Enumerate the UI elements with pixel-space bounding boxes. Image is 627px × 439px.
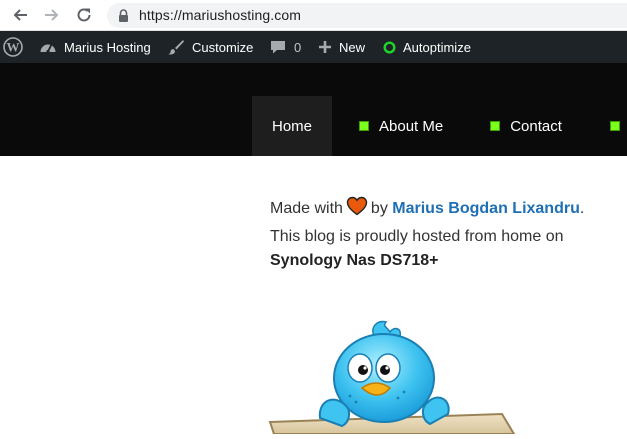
new-content-menu[interactable]: New [318,31,365,63]
menu-item-home[interactable]: Home [252,96,332,156]
device-name: Synology Nas DS718+ [270,252,439,269]
heart-icon [346,196,368,225]
lock-icon[interactable] [118,9,129,22]
menu-bullet-icon [490,121,501,131]
address-bar[interactable]: https://mariushosting.com [107,3,627,28]
back-arrow-icon [13,9,27,21]
svg-text:W: W [7,40,20,55]
menu-item-contact[interactable]: Contact [490,96,562,156]
site-name-menu[interactable]: Marius Hosting [39,31,151,63]
back-button[interactable] [8,4,32,26]
site-name-label: Marius Hosting [64,39,151,55]
customize-label: Customize [192,39,254,55]
credits-line: Made with by Marius Bogdan Lixandru. [270,196,620,225]
footer-widget-text: Made with by Marius Bogdan Lixandru. Thi… [270,196,620,274]
reload-button[interactable] [72,4,96,26]
new-label: New [339,39,366,55]
site-header: Home About Me Contact [0,63,627,156]
customize-link[interactable]: Customize [167,31,253,63]
made-with-text: Made with [270,200,343,217]
hosted-line: This blog is proudly hosted from home on [270,227,564,245]
reload-icon [77,8,91,22]
dashboard-gauge-icon [39,39,57,55]
browser-toolbar: https://mariushosting.com [0,0,627,31]
menu-item-label: About Me [379,117,444,135]
menu-item-label: Contact [510,117,562,135]
main-menu: Home About Me Contact [252,96,627,156]
forward-button[interactable] [40,4,64,26]
menu-bullet-icon [359,121,369,131]
plus-icon [318,40,332,54]
url-text: https://mariushosting.com [139,7,302,23]
menu-item-label: Home [271,117,312,135]
by-text: by [370,200,388,217]
paintbrush-icon [167,39,185,55]
wp-logo-menu[interactable]: W [3,31,23,63]
menu-item-about-me[interactable]: About Me [359,96,443,156]
forward-arrow-icon [45,9,59,21]
wordpress-logo-icon: W [3,37,23,57]
menu-item-overflow[interactable] [609,96,627,156]
author-link[interactable]: Marius Bogdan Lixandru [392,200,580,217]
menu-bullet-icon [609,121,620,131]
autoptimize-label: Autoptimize [403,39,471,55]
comments-link[interactable]: 0 [270,31,301,63]
autoptimize-menu[interactable]: Autoptimize [383,31,471,63]
comment-bubble-icon [270,39,286,55]
wp-admin-bar: W Marius Hosting Customize 0 New Autopti… [0,31,627,63]
comments-count: 0 [294,39,302,55]
period-text: . [579,200,585,217]
twitter-bird-image[interactable] [262,318,522,439]
autoptimize-status-icon [383,40,396,54]
